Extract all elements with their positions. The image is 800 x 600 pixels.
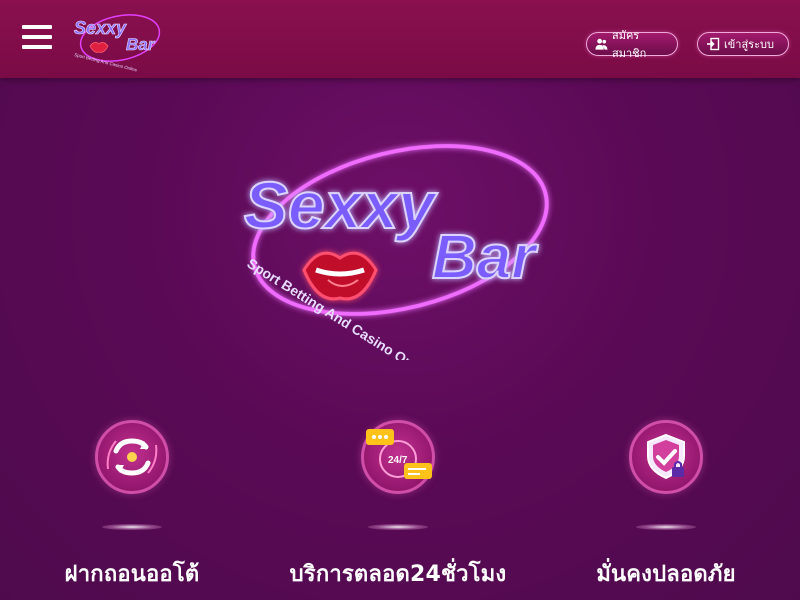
feature-security: มั่นคงปลอดภัย	[566, 420, 766, 600]
hero-logo: Sexxy Bar Sport Betting And Casino Onlin…	[243, 144, 549, 360]
icon-glow	[636, 524, 696, 530]
svg-text:Sexxy: Sexxy	[244, 168, 438, 242]
feature-label: ฝากถอนออโต้	[64, 562, 200, 587]
24-7-chat-icon: 24/7	[361, 420, 435, 494]
header-logo[interactable]: Sexxy Bar Sport Betting And Casino Onlin…	[68, 10, 168, 72]
feature-auto-deposit: ฝากถอนออโต้	[32, 420, 232, 600]
auto-exchange-icon	[95, 420, 169, 494]
svg-text:Sport Betting And Casino Onlin: Sport Betting And Casino Online	[74, 52, 138, 72]
login-label: เข้าสู่ระบบ	[724, 38, 774, 51]
top-navbar: Sexxy Bar Sport Betting And Casino Onlin…	[0, 0, 800, 78]
login-button[interactable]: เข้าสู่ระบบ	[697, 32, 789, 56]
login-icon	[707, 37, 720, 51]
svg-text:Sexxy: Sexxy	[74, 18, 127, 38]
svg-text:Bar: Bar	[432, 223, 538, 292]
menu-icon[interactable]	[20, 22, 54, 56]
shield-check-icon	[629, 420, 703, 494]
feature-24h-service: 24/7 บริการตลอด24ชั่วโมง	[290, 420, 506, 600]
icon-glow	[368, 524, 428, 530]
feature-label: บริการตลอด24ชั่วโมง	[289, 562, 507, 587]
register-button[interactable]: สมัครสมาชิก	[586, 29, 678, 60]
icon-glow	[102, 524, 162, 530]
users-icon	[595, 38, 608, 50]
feature-label: มั่นคงปลอดภัย	[596, 562, 736, 587]
register-label: สมัครสมาชิก	[611, 29, 647, 60]
svg-text:Bar: Bar	[126, 35, 156, 54]
